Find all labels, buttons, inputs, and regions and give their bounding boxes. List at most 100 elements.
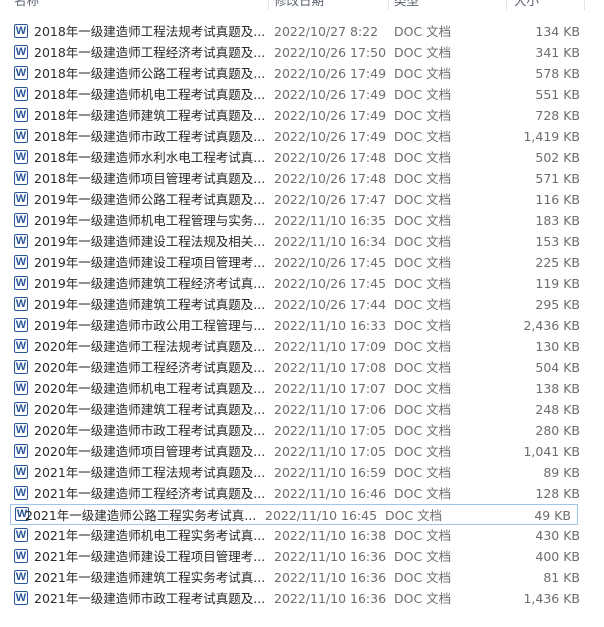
- file-type: DOC 文档: [394, 255, 452, 270]
- file-type: DOC 文档: [394, 192, 452, 207]
- file-size: 153 KB: [535, 234, 580, 249]
- file-row[interactable]: 2021年一级建造师机电工程实务考试真... 2022/11/10 16:38 DO…: [0, 525, 604, 546]
- file-size: 116 KB: [535, 192, 580, 207]
- file-modified-date: 2022/10/26 17:50: [274, 45, 387, 60]
- file-row[interactable]: 2021年一级建造师公路工程实务考试真... 2022/11/10 16:45 DO…: [10, 504, 578, 525]
- column-header-name[interactable]: 名称: [14, 0, 39, 10]
- file-type: DOC 文档: [385, 508, 443, 523]
- file-type: DOC 文档: [394, 381, 452, 396]
- file-name: 2018年一级建造师工程经济考试真题及...: [34, 45, 264, 60]
- column-divider[interactable]: [506, 0, 507, 10]
- file-size: 89 KB: [543, 465, 580, 480]
- file-size: 1,436 KB: [523, 591, 580, 606]
- file-name: 2021年一级建造师工程经济考试真题及...: [34, 486, 264, 501]
- file-type: DOC 文档: [394, 360, 452, 375]
- file-row[interactable]: 2020年一级建造师市政工程考试真题及... 2022/11/10 17:05 DO…: [0, 420, 604, 441]
- file-size: 130 KB: [535, 339, 580, 354]
- file-size: 1,419 KB: [523, 129, 580, 144]
- column-header-type[interactable]: 类型: [394, 0, 419, 10]
- file-type: DOC 文档: [394, 297, 452, 312]
- word-doc-icon: [14, 381, 28, 395]
- file-row[interactable]: 2018年一级建造师水利水电工程考试真... 2022/10/26 17:48 DO…: [0, 147, 604, 168]
- file-name: 2021年一级建造师市政工程考试真题及...: [34, 591, 264, 606]
- file-modified-date: 2022/11/10 16:38: [274, 528, 387, 543]
- file-row[interactable]: 2019年一级建造师公路工程考试真题及... 2022/10/26 17:47 DO…: [0, 189, 604, 210]
- file-name: 2019年一级建造师建设工程法规及相关...: [34, 234, 264, 249]
- word-doc-icon: [14, 129, 28, 143]
- file-name: 2019年一级建造师建筑工程经济考试真...: [34, 276, 264, 291]
- word-doc-icon: [14, 150, 28, 164]
- column-divider[interactable]: [268, 0, 269, 10]
- file-modified-date: 2022/11/10 16:59: [274, 465, 387, 480]
- file-size: 49 KB: [534, 508, 571, 523]
- file-row[interactable]: 2020年一级建造师项目管理考试真题及... 2022/11/10 17:05 DO…: [0, 441, 604, 462]
- file-size: 280 KB: [535, 423, 580, 438]
- file-row[interactable]: 2019年一级建造师建筑工程考试真题及... 2022/10/26 17:44 DO…: [0, 294, 604, 315]
- file-size: 81 KB: [543, 570, 580, 585]
- file-type: DOC 文档: [394, 486, 452, 501]
- file-row[interactable]: 2021年一级建造师工程法规考试真题及... 2022/11/10 16:59 DO…: [0, 462, 604, 483]
- file-row[interactable]: 2018年一级建造师工程法规考试真题及... 2022/10/27 8:22 DOC…: [0, 21, 604, 42]
- file-modified-date: 2022/11/10 17:08: [274, 360, 387, 375]
- file-name: 2019年一级建造师公路工程考试真题及...: [34, 192, 264, 207]
- file-row[interactable]: 2021年一级建造师建筑工程实务考试真... 2022/11/10 16:36 DO…: [0, 567, 604, 588]
- file-size: 138 KB: [535, 381, 580, 396]
- file-name: 2020年一级建造师工程法规考试真题及...: [34, 339, 264, 354]
- file-type: DOC 文档: [394, 87, 452, 102]
- file-row[interactable]: 2021年一级建造师市政工程考试真题及... 2022/11/10 16:36 DO…: [0, 588, 604, 609]
- file-row[interactable]: 2020年一级建造师建筑工程考试真题及... 2022/11/10 17:06 DO…: [0, 399, 604, 420]
- file-row[interactable]: 2018年一级建造师建筑工程考试真题及... 2022/10/26 17:49 DO…: [0, 105, 604, 126]
- file-type: DOC 文档: [394, 150, 452, 165]
- word-doc-icon: [14, 339, 28, 353]
- file-row[interactable]: 2019年一级建造师市政公用工程管理与... 2022/11/10 16:33 DO…: [0, 315, 604, 336]
- file-modified-date: 2022/11/10 16:36: [274, 549, 387, 564]
- word-doc-icon: [14, 360, 28, 374]
- file-size: 551 KB: [535, 87, 580, 102]
- file-type: DOC 文档: [394, 318, 452, 333]
- word-doc-icon: [14, 423, 28, 437]
- file-row[interactable]: 2019年一级建造师建设工程法规及相关... 2022/11/10 16:34 DO…: [0, 231, 604, 252]
- file-size: 430 KB: [535, 528, 580, 543]
- file-type: DOC 文档: [394, 423, 452, 438]
- file-row[interactable]: 2018年一级建造师项目管理考试真题及... 2022/10/26 17:48 DO…: [0, 168, 604, 189]
- file-row[interactable]: 2019年一级建造师建设工程项目管理考... 2022/10/26 17:45 DO…: [0, 252, 604, 273]
- file-size: 183 KB: [535, 213, 580, 228]
- file-type: DOC 文档: [394, 528, 452, 543]
- word-doc-icon: [14, 591, 28, 605]
- file-name: 2019年一级建造师机电工程管理与实务...: [34, 213, 264, 228]
- file-modified-date: 2022/11/10 16:36: [274, 570, 387, 585]
- column-header-size[interactable]: 大小: [514, 0, 539, 10]
- column-divider[interactable]: [584, 0, 585, 10]
- file-name: 2019年一级建造师建设工程项目管理考...: [34, 255, 264, 270]
- file-row[interactable]: 2018年一级建造师工程经济考试真题及... 2022/10/26 17:50 DO…: [0, 42, 604, 63]
- file-row[interactable]: 2018年一级建造师市政工程考试真题及... 2022/10/26 17:49 DO…: [0, 126, 604, 147]
- file-modified-date: 2022/11/10 16:34: [274, 234, 387, 249]
- file-row[interactable]: 2018年一级建造师机电工程考试真题及... 2022/10/26 17:49 DO…: [0, 84, 604, 105]
- word-doc-icon: [14, 528, 28, 542]
- file-modified-date: 2022/10/26 17:47: [274, 192, 387, 207]
- file-modified-date: 2022/11/10 16:46: [274, 486, 387, 501]
- column-header-bar: 名称 修改日期 类型 大小: [0, 0, 604, 10]
- file-row[interactable]: 2021年一级建造师工程经济考试真题及... 2022/11/10 16:46 DO…: [0, 483, 604, 504]
- file-type: DOC 文档: [394, 444, 452, 459]
- file-row[interactable]: 2018年一级建造师公路工程考试真题及... 2022/10/26 17:49 DO…: [0, 63, 604, 84]
- file-modified-date: 2022/10/26 17:48: [274, 171, 387, 186]
- file-row[interactable]: 2019年一级建造师机电工程管理与实务... 2022/11/10 16:35 DO…: [0, 210, 604, 231]
- file-row[interactable]: 2021年一级建造师建设工程项目管理考... 2022/11/10 16:36 DO…: [0, 546, 604, 567]
- file-modified-date: 2022/11/10 16:45: [265, 508, 378, 523]
- column-divider[interactable]: [388, 0, 389, 10]
- word-doc-icon: [14, 255, 28, 269]
- column-header-modified[interactable]: 修改日期: [274, 0, 324, 10]
- file-type: DOC 文档: [394, 108, 452, 123]
- file-row[interactable]: 2020年一级建造师机电工程考试真题及... 2022/11/10 17:07 DO…: [0, 378, 604, 399]
- file-name: 2018年一级建造师建筑工程考试真题及...: [34, 108, 264, 123]
- file-size: 248 KB: [535, 402, 580, 417]
- file-type: DOC 文档: [394, 171, 452, 186]
- file-row[interactable]: 2019年一级建造师建筑工程经济考试真... 2022/10/26 17:45 DO…: [0, 273, 604, 294]
- file-name: 2019年一级建造师建筑工程考试真题及...: [34, 297, 264, 312]
- word-doc-icon: [14, 192, 28, 206]
- file-size: 128 KB: [535, 486, 580, 501]
- file-row[interactable]: 2020年一级建造师工程经济考试真题及... 2022/11/10 17:08 DO…: [0, 357, 604, 378]
- file-row[interactable]: 2020年一级建造师工程法规考试真题及... 2022/11/10 17:09 DO…: [0, 336, 604, 357]
- file-type: DOC 文档: [394, 339, 452, 354]
